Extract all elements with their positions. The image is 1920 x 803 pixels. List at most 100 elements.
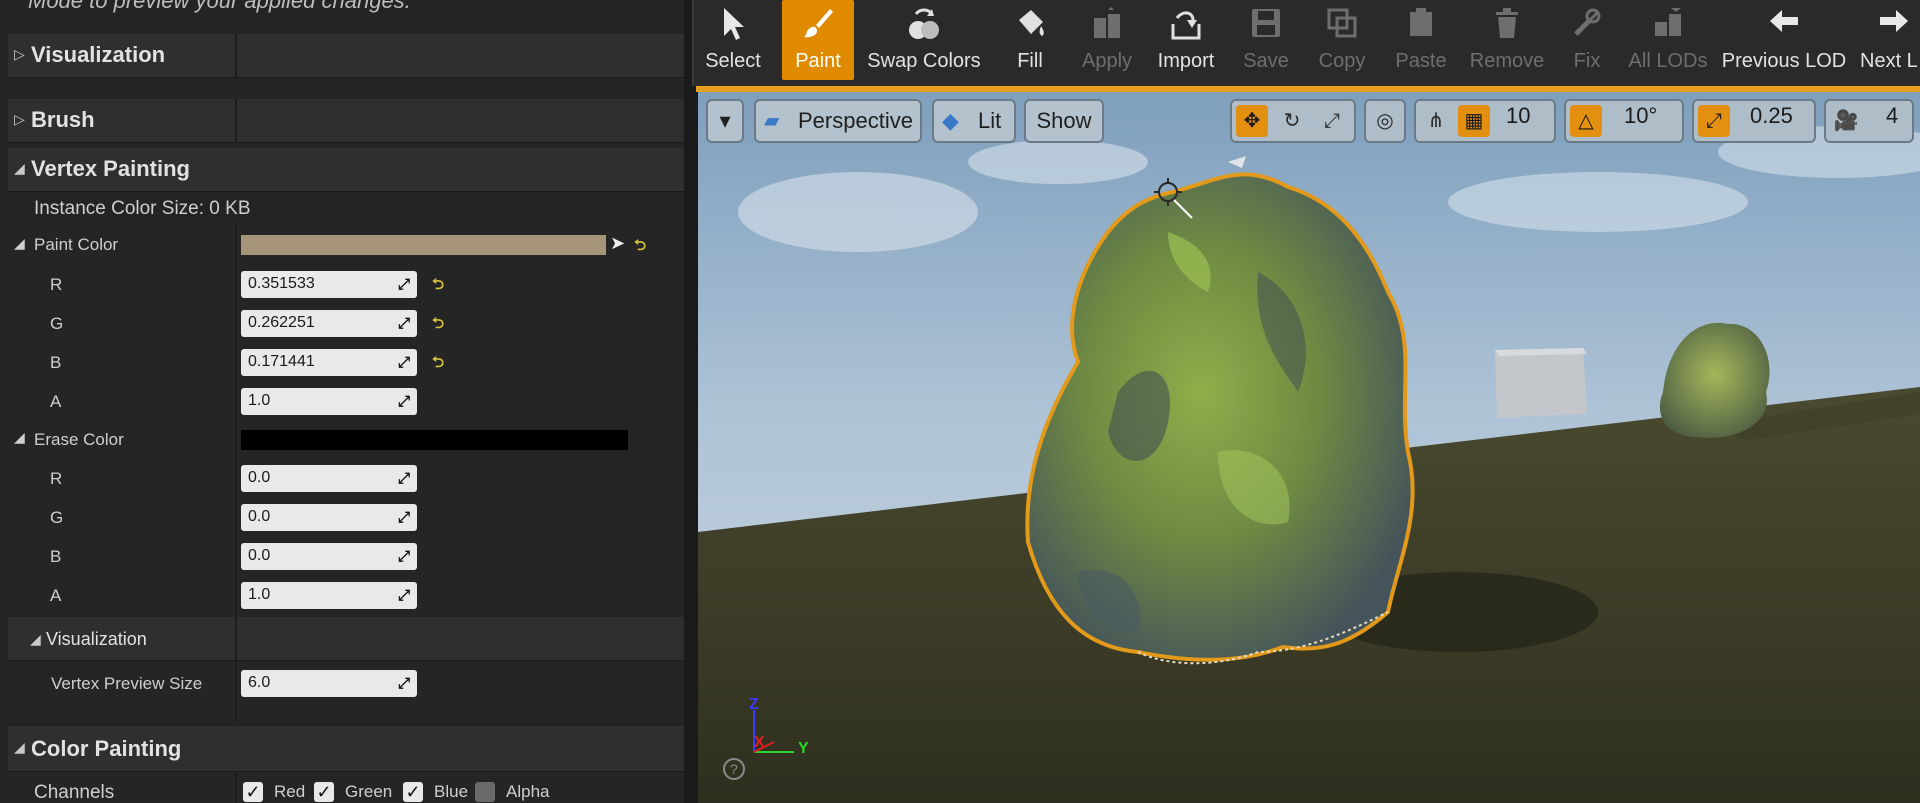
erase-a-input[interactable]: 1.0 ⤢ — [241, 582, 417, 609]
category-label: Color Painting — [31, 736, 182, 761]
translate-icon[interactable]: ✥ — [1236, 105, 1268, 137]
fix-button[interactable]: Fix — [1560, 0, 1614, 80]
column-divider — [235, 460, 237, 499]
fill-button[interactable]: Fill — [998, 0, 1062, 80]
instance-color-size: Instance Color Size: 0 KB — [34, 198, 251, 219]
surface-snap-icon[interactable]: ⋔ — [1420, 105, 1452, 137]
erase-color-swatch[interactable] — [241, 430, 628, 450]
channels-label: Channels — [34, 782, 115, 803]
level-viewport[interactable]: ? Z X Y ▾ ▰ Perspective ◆ Lit Show ✥ ↻ ⤢… — [698, 92, 1920, 803]
scale-snap-group: ⤢ 0.25 — [1692, 99, 1816, 143]
show-label: Show — [1036, 108, 1092, 133]
rotate-icon[interactable]: ↻ — [1276, 105, 1308, 137]
subcategory-label: Visualization — [46, 629, 147, 649]
axis-z-label: Z — [749, 696, 759, 713]
paint-color-label: Paint Color — [34, 235, 119, 254]
column-divider — [235, 662, 237, 704]
category-vertex-painting[interactable]: ◢ Vertex Painting — [8, 148, 684, 192]
copy-button[interactable]: Copy — [1308, 0, 1376, 80]
panel-splitter[interactable] — [684, 0, 692, 803]
erase-r-input[interactable]: 0.0 ⤢ — [241, 465, 417, 492]
camera-speed-icon: 🎥 — [1833, 110, 1859, 132]
category-visualization[interactable]: ▷ Visualization — [8, 34, 684, 78]
reset-to-default-icon[interactable]: ⮌ — [432, 313, 444, 338]
cursor-arrow-icon — [694, 6, 772, 46]
alpha-channel-checkbox[interactable] — [475, 782, 495, 802]
paint-tool-button[interactable]: Paint — [782, 0, 854, 80]
color-picker-arrow-icon[interactable]: ➤ — [610, 233, 625, 254]
category-brush[interactable]: ▷ Brush — [8, 99, 684, 143]
paint-g-input[interactable]: 0.262251 ⤢ — [241, 310, 417, 337]
paint-r-input[interactable]: 0.351533 ⤢ — [241, 271, 417, 298]
world-local-toggle[interactable]: ◎ — [1364, 99, 1406, 143]
drag-handle-icon: ⤢ — [397, 354, 410, 371]
channel-label: G — [50, 314, 64, 333]
rotation-snap-icon[interactable]: △ — [1570, 105, 1602, 137]
reset-to-default-icon[interactable]: ⮌ — [634, 235, 646, 260]
scene-render[interactable]: ? — [698, 92, 1920, 803]
column-divider — [235, 304, 237, 343]
column-divider — [235, 421, 237, 460]
collapsed-arrow-icon: ▷ — [14, 46, 25, 62]
expanded-arrow-icon: ◢ — [14, 160, 25, 176]
scale-snap-icon[interactable]: ⤢ — [1698, 105, 1730, 137]
rotation-snap-value[interactable]: 10° — [1624, 103, 1657, 129]
all-lods-button[interactable]: All LODs — [1626, 0, 1710, 80]
column-divider — [235, 617, 237, 660]
field-value: 1.0 — [248, 392, 271, 409]
wrench-icon — [1560, 6, 1614, 46]
column-divider — [235, 34, 237, 77]
paste-button[interactable]: Paste — [1386, 0, 1456, 80]
camera-speed-group[interactable]: 🎥 4 — [1824, 99, 1914, 143]
import-button[interactable]: Import — [1149, 0, 1223, 80]
next-lod-button[interactable]: Next L — [1858, 0, 1920, 80]
lit-sphere-icon: ◆ — [942, 108, 959, 133]
apply-button[interactable]: Apply — [1072, 0, 1142, 80]
subcategory-visualization[interactable]: ◢ Visualization — [8, 617, 684, 661]
erase-b-input[interactable]: 0.0 ⤢ — [241, 543, 417, 570]
viewport-options-button[interactable]: ▾ — [706, 99, 744, 143]
green-channel-label: Green — [345, 782, 393, 801]
green-channel-checkbox[interactable]: ✓ — [314, 782, 334, 802]
arrow-right-icon — [1876, 6, 1920, 46]
copy-label: Copy — [1318, 50, 1366, 72]
paint-a-input[interactable]: 1.0 ⤢ — [241, 388, 417, 415]
swap-colors-button[interactable]: Swap Colors — [862, 0, 986, 80]
vertex-preview-size-input[interactable]: 6.0 ⤢ — [241, 670, 417, 697]
red-channel-checkbox[interactable]: ✓ — [243, 782, 263, 802]
mesh-paint-toolbar: Select Paint Swap Colors Fill Apply Impo… — [692, 0, 1920, 86]
remove-button[interactable]: Remove — [1464, 0, 1550, 80]
import-label: Import — [1157, 50, 1215, 72]
apply-icon — [1072, 6, 1142, 46]
paint-bucket-icon — [998, 6, 1062, 46]
blue-channel-checkbox[interactable]: ✓ — [403, 782, 423, 802]
reset-to-default-icon[interactable]: ⮌ — [432, 274, 444, 299]
field-value: 0.0 — [248, 508, 271, 525]
panel-note: Mode to preview your applied changes. — [28, 0, 411, 13]
channel-label: A — [50, 392, 62, 411]
category-color-painting[interactable]: ◢ Color Painting — [8, 726, 684, 772]
column-divider — [235, 99, 237, 142]
grid-snap-value[interactable]: 10 — [1506, 103, 1530, 129]
lit-mode-button[interactable]: ◆ Lit — [932, 99, 1016, 143]
collapsed-arrow-icon: ▷ — [14, 111, 25, 127]
reset-to-default-icon[interactable]: ⮌ — [432, 352, 444, 377]
previous-lod-label: Previous LOD — [1721, 50, 1847, 72]
save-button[interactable]: Save — [1234, 0, 1298, 80]
column-divider — [235, 538, 237, 577]
paint-color-swatch[interactable] — [241, 235, 606, 255]
grid-snap-icon[interactable]: ▦ — [1458, 105, 1490, 137]
column-divider — [235, 704, 237, 722]
select-tool-button[interactable]: Select — [694, 0, 772, 80]
fill-label: Fill — [1017, 50, 1043, 72]
previous-lod-button[interactable]: Previous LOD — [1720, 0, 1848, 80]
scale-icon[interactable]: ⤢ — [1316, 105, 1348, 137]
drag-handle-icon: ⤢ — [397, 509, 410, 526]
column-divider — [235, 773, 237, 803]
perspective-button[interactable]: ▰ Perspective — [754, 99, 922, 143]
show-button[interactable]: Show — [1024, 99, 1104, 143]
erase-g-input[interactable]: 0.0 ⤢ — [241, 504, 417, 531]
paint-b-input[interactable]: 0.171441 ⤢ — [241, 349, 417, 376]
scale-snap-value[interactable]: 0.25 — [1750, 103, 1793, 129]
floppy-disk-icon — [1234, 6, 1298, 46]
